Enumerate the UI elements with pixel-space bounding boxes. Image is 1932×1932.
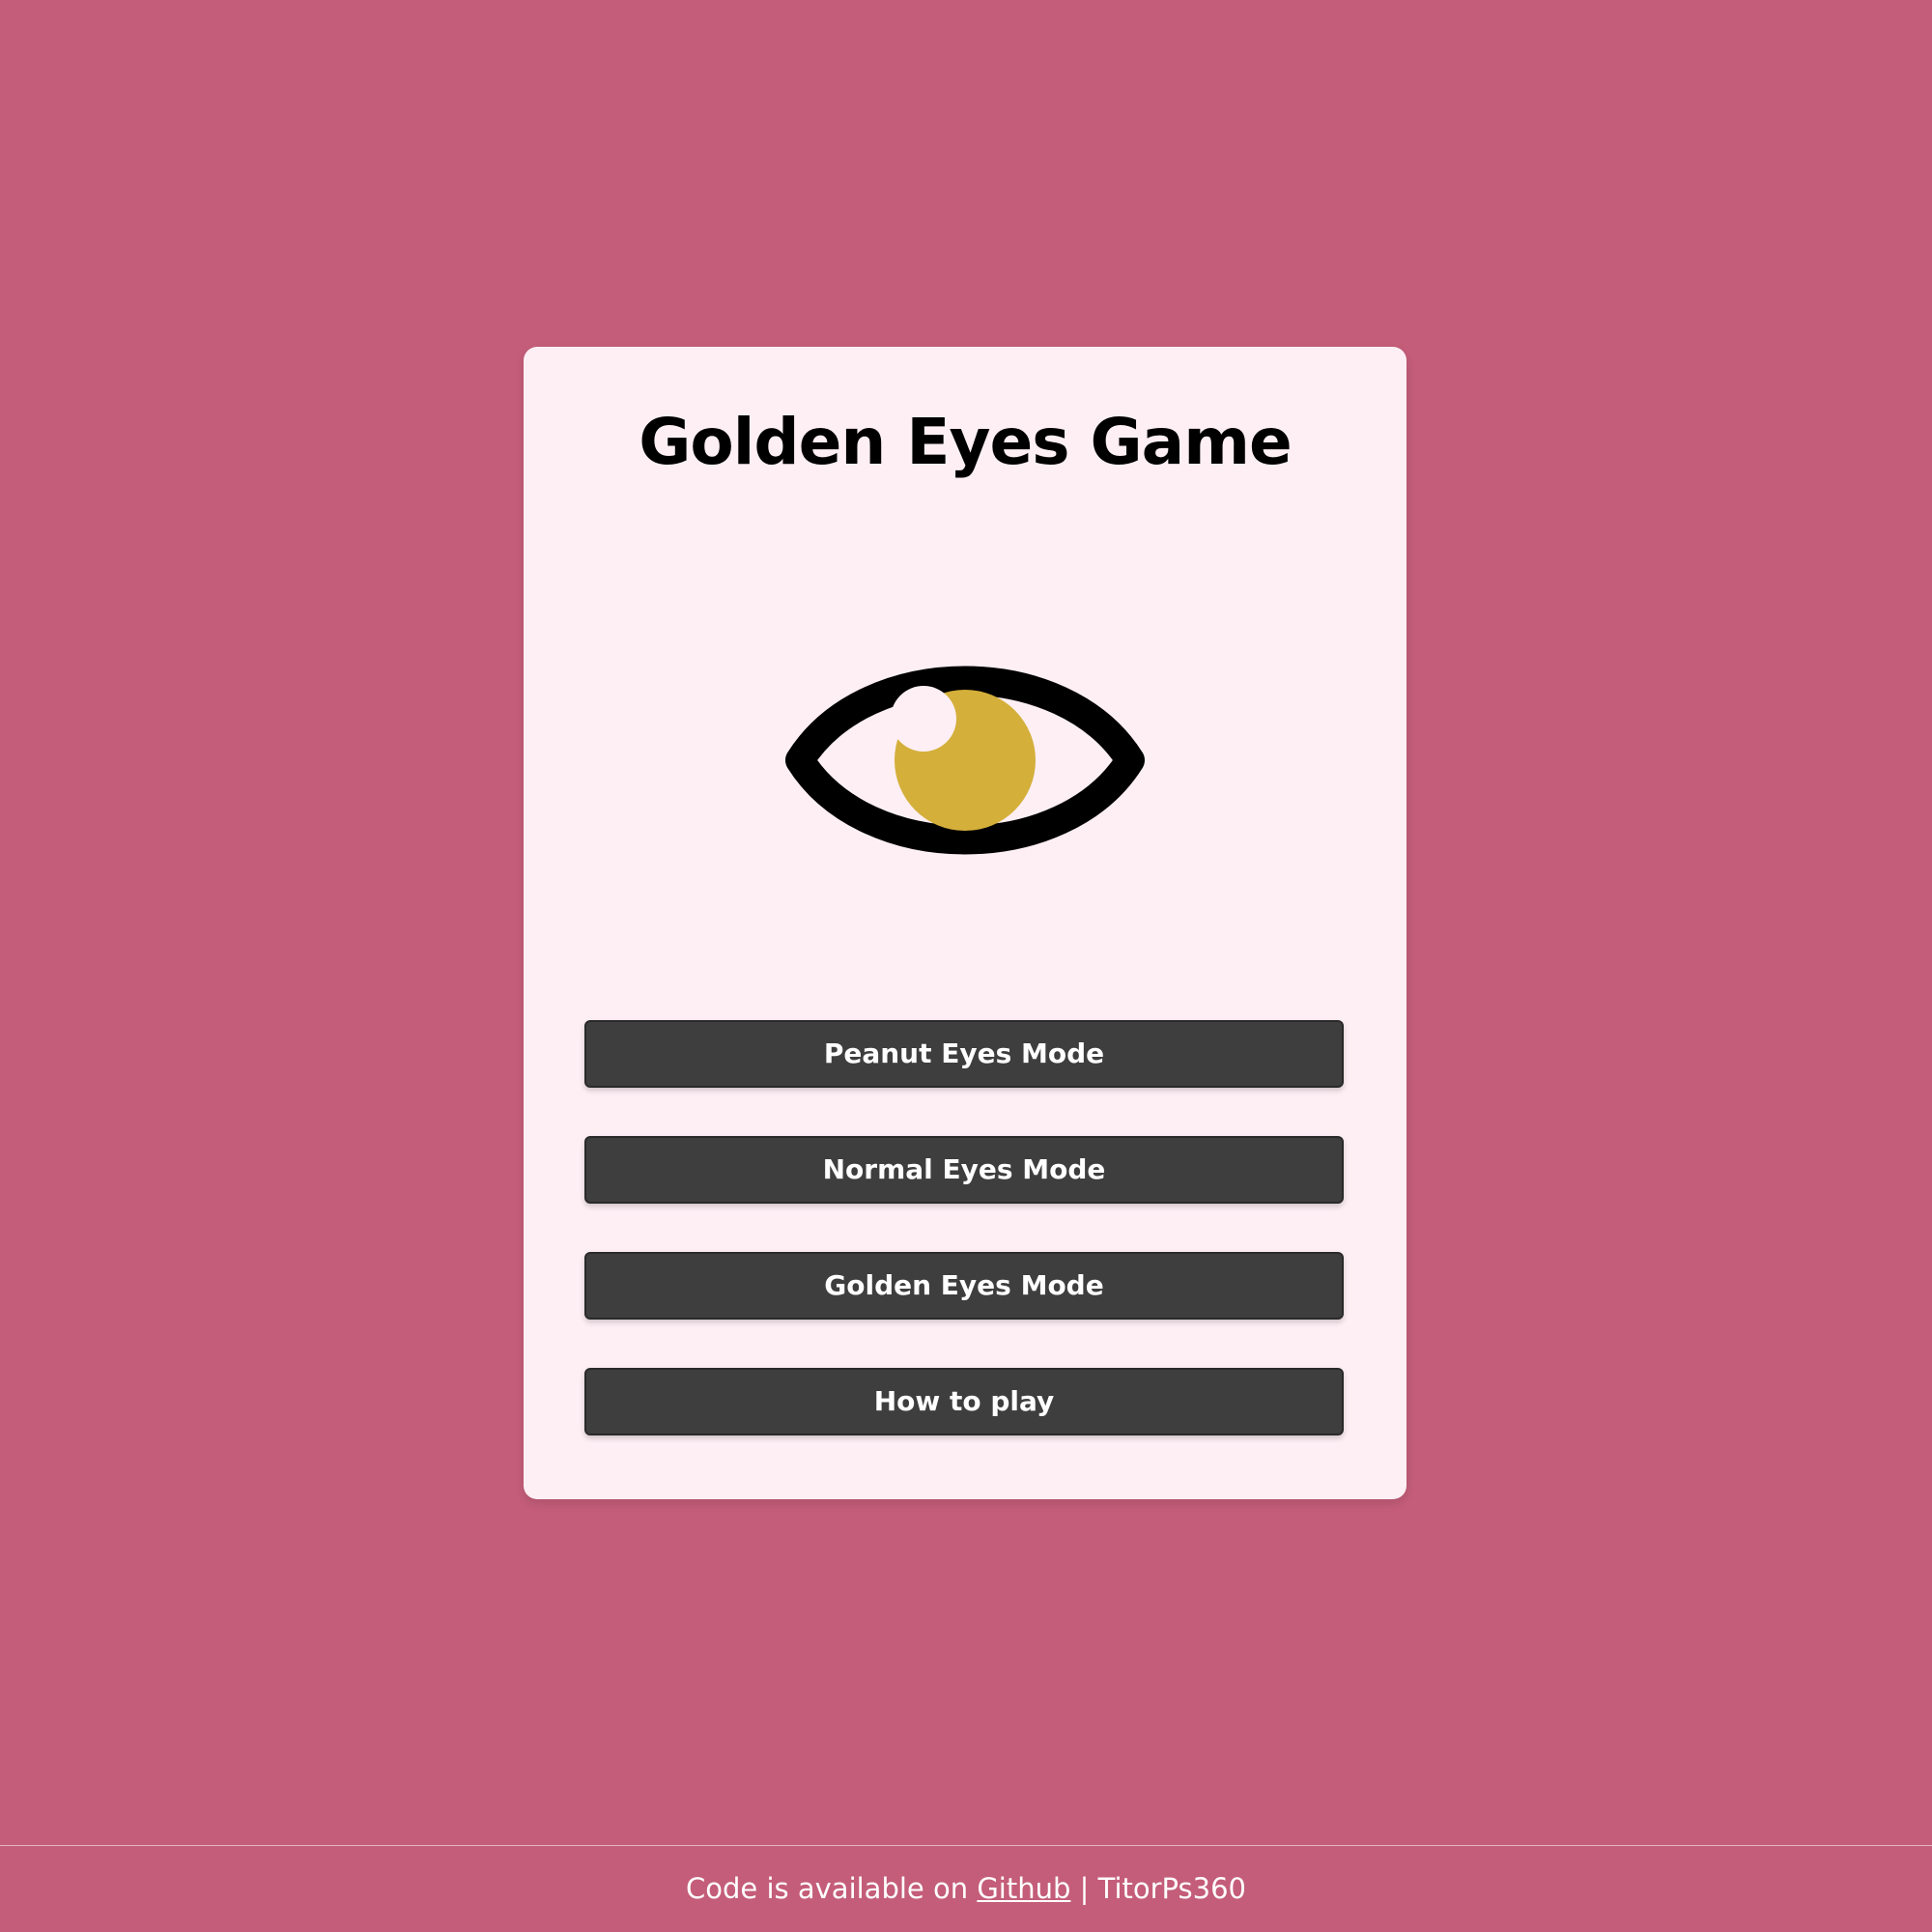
footer-divider — [0, 1845, 1932, 1846]
peanut-eyes-mode-button[interactable]: Peanut Eyes Mode — [584, 1020, 1344, 1088]
game-title: Golden Eyes Game — [639, 405, 1293, 479]
how-to-play-button[interactable]: How to play — [584, 1368, 1344, 1435]
eye-icon — [780, 625, 1151, 895]
footer-author: TitorPs360 — [1097, 1872, 1246, 1905]
golden-eyes-mode-button[interactable]: Golden Eyes Mode — [584, 1252, 1344, 1320]
github-link[interactable]: Github — [977, 1872, 1070, 1905]
normal-eyes-mode-button[interactable]: Normal Eyes Mode — [584, 1136, 1344, 1204]
footer-separator: | — [1070, 1872, 1098, 1905]
footer: Code is available on Github | TitorPs360 — [0, 1872, 1932, 1905]
footer-prefix: Code is available on — [686, 1872, 978, 1905]
main-menu-card: Golden Eyes Game Peanut Eyes Mode Normal… — [524, 347, 1406, 1499]
